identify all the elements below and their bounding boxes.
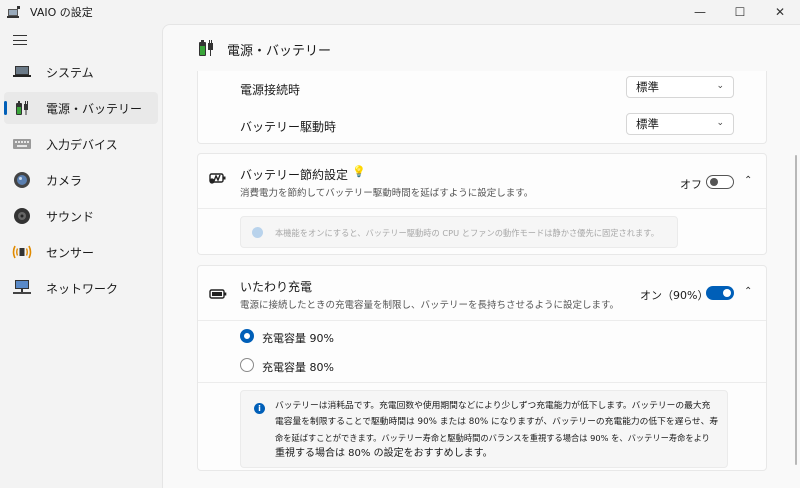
ac-mode-value: 標準: [636, 80, 659, 94]
battery-plug-icon: [12, 98, 32, 118]
care-charge-info-line-2: 電容量を制限することで駆動時間は 90% または 80% になりますが、バッテリ…: [275, 417, 719, 427]
battery-saver-description: 消費電力を節約してバッテリー駆動時間を延ばすように設定します。: [240, 188, 534, 199]
divider: [198, 208, 766, 209]
maximize-button[interactable]: ☐: [720, 0, 760, 24]
charge-80-label[interactable]: 充電容量 80%: [262, 359, 334, 375]
ac-mode-label: 電源接続時: [240, 83, 301, 97]
care-charge-info-line-4: 重視する場合は 80% の設定をおすすめします。: [275, 448, 493, 459]
care-charge-card: いたわり充電 電源に接続したときの充電容量を制限し、バッテリーを長持ちさせるよう…: [197, 265, 767, 471]
battery-saver-state: オフ: [680, 178, 702, 191]
sidebar-item-label: カメラ: [46, 173, 83, 188]
chevron-down-icon: ⌄: [716, 118, 724, 128]
sidebar-item-label: システム: [46, 65, 94, 80]
close-button[interactable]: ✕: [760, 0, 800, 24]
menu-toggle-button[interactable]: [12, 32, 28, 48]
sidebar-item-network[interactable]: ネットワーク: [4, 272, 158, 304]
scrollbar[interactable]: [795, 155, 797, 465]
sensor-icon: [12, 242, 32, 262]
vaio-app-icon: [6, 4, 22, 20]
info-icon: i: [254, 403, 265, 414]
battery-icon: [209, 288, 227, 302]
battery-saver-icon: [208, 171, 228, 188]
network-icon: [12, 278, 32, 298]
battery-saver-note-box: 本機能をオンにすると、バッテリー駆動時の CPU とファンの動作モードは静かさ優…: [240, 216, 678, 248]
sidebar-item-input-devices[interactable]: 入力デバイス: [4, 128, 158, 160]
page-header: 電源・バッテリー: [197, 37, 331, 62]
sidebar-item-label: 入力デバイス: [46, 137, 118, 152]
battery-saver-toggle[interactable]: [706, 175, 734, 189]
divider: [198, 320, 766, 321]
power-mode-card: 電源接続時 標準 ⌄ バッテリー駆動時 標準 ⌄: [197, 71, 767, 144]
main-content: 電源・バッテリー 電源接続時 標準 ⌄ バッテリー駆動時 標準 ⌄ バッテリー節…: [162, 24, 800, 488]
info-icon: [252, 227, 263, 238]
sidebar-item-label: ネットワーク: [46, 281, 119, 296]
care-charge-toggle[interactable]: [706, 286, 734, 300]
care-charge-description: 電源に接続したときの充電容量を制限し、バッテリーを長持ちさせるように設定します。: [240, 300, 620, 311]
ac-mode-select[interactable]: 標準 ⌄: [626, 76, 734, 98]
battery-plug-icon: [197, 37, 217, 62]
battery-saver-note: 本機能をオンにすると、バッテリー駆動時の CPU とファンの動作モードは静かさ優…: [275, 228, 659, 238]
care-charge-title: いたわり充電: [240, 280, 313, 294]
battery-mode-value: 標準: [636, 117, 659, 131]
sidebar-item-label: センサー: [46, 245, 95, 260]
battery-mode-select[interactable]: 標準 ⌄: [626, 113, 734, 135]
charge-90-radio[interactable]: [240, 329, 254, 343]
divider: [198, 382, 766, 383]
care-charge-info-line-3: 命を延ばすことができます。バッテリー寿命と駆動時間のバランスを重視する場合は 9…: [275, 433, 710, 443]
title-bar: VAIO の設定 — ☐ ✕: [0, 0, 800, 24]
sidebar-item-label: 電源・バッテリー: [46, 101, 143, 116]
page-title: 電源・バッテリー: [227, 44, 332, 59]
charge-80-radio[interactable]: [240, 358, 254, 372]
keyboard-icon: [12, 134, 32, 154]
laptop-icon: [12, 62, 32, 82]
battery-mode-label: バッテリー駆動時: [240, 120, 337, 134]
battery-saver-card: バッテリー節約設定 💡 消費電力を節約してバッテリー駆動時間を延ばすように設定し…: [197, 153, 767, 255]
charge-90-label[interactable]: 充電容量 90%: [262, 330, 334, 346]
sidebar-item-camera[interactable]: カメラ: [4, 164, 158, 196]
care-charge-state: オン（90%）: [640, 289, 709, 302]
chevron-down-icon: ⌄: [716, 81, 724, 91]
collapse-chevron-icon[interactable]: ⌃: [744, 175, 752, 186]
sidebar-item-sound[interactable]: サウンド: [4, 200, 158, 232]
minimize-button[interactable]: —: [680, 0, 720, 24]
sidebar-item-sensor[interactable]: センサー: [4, 236, 158, 268]
collapse-chevron-icon[interactable]: ⌃: [744, 286, 752, 297]
battery-saver-title: バッテリー節約設定: [240, 168, 349, 182]
sidebar-item-power-battery[interactable]: 電源・バッテリー: [4, 92, 158, 124]
lightbulb-icon[interactable]: 💡: [352, 165, 366, 178]
speaker-icon: [12, 206, 32, 226]
window-title: VAIO の設定: [30, 6, 93, 19]
care-charge-info-line-1: バッテリーは消耗品です。充電回数や使用期間などにより少しずつ充電能力が低下します…: [275, 401, 711, 411]
care-charge-info-box: i バッテリーは消耗品です。充電回数や使用期間などにより少しずつ充電能力が低下し…: [240, 390, 728, 468]
sidebar: システム 電源・バッテリー 入力デバイス カメラ サウンド センサー ネットワー…: [0, 56, 162, 308]
sidebar-item-system[interactable]: システム: [4, 56, 158, 88]
camera-icon: [12, 170, 32, 190]
sidebar-item-label: サウンド: [46, 209, 95, 224]
